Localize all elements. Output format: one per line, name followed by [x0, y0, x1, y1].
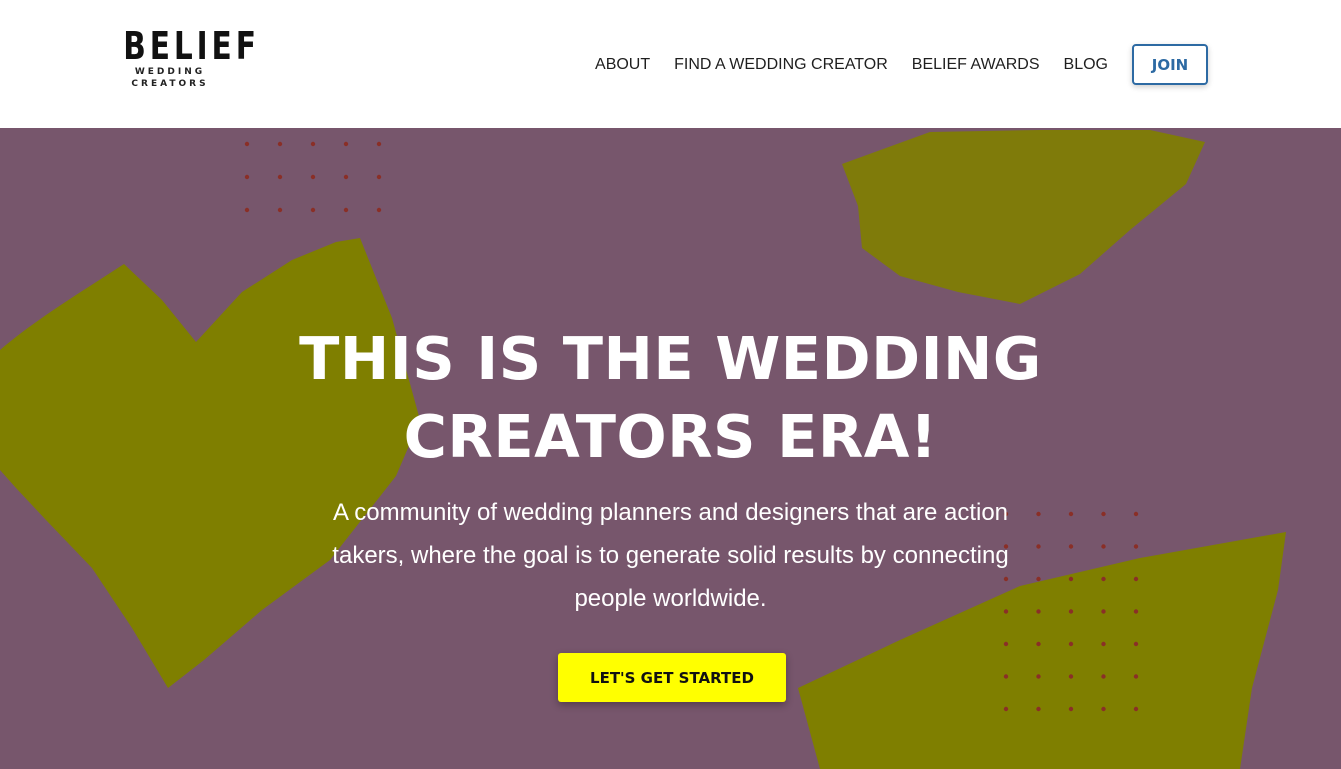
- decorative-dot: [1003, 706, 1009, 712]
- decorative-dot: [244, 141, 250, 147]
- decorative-dot: [1068, 641, 1074, 647]
- belief-logo[interactable]: BELIEF WEDDING CREATORS: [110, 24, 260, 102]
- decorative-dot: [376, 141, 382, 147]
- dot-grid-top-left: [244, 141, 382, 213]
- decorative-dot: [1068, 674, 1074, 679]
- decorative-dot: [1133, 609, 1139, 614]
- logo-tagline-line2: CREATORS: [131, 79, 209, 89]
- decorative-dot: [1036, 674, 1041, 679]
- decorative-dot: [1003, 641, 1009, 647]
- decorative-dot: [1101, 576, 1106, 582]
- hero-title: THIS IS THE WEDDING CREATORS ERA!: [299, 324, 1042, 471]
- get-started-button[interactable]: LET'S GET STARTED: [558, 653, 786, 702]
- decorative-dot: [1133, 641, 1139, 647]
- decorative-dot: [277, 207, 283, 213]
- decorative-dot: [1068, 544, 1074, 549]
- decorative-dot: [343, 207, 349, 213]
- decorative-dot: [343, 174, 349, 180]
- nav-belief-awards[interactable]: BELIEF AWARDS: [912, 56, 1040, 74]
- logo-wordmark: BELIEF: [123, 24, 260, 68]
- decorative-dot: [1101, 674, 1106, 679]
- decorative-dot: [1068, 706, 1074, 712]
- decorative-dot: [1101, 706, 1106, 712]
- brush-stroke-top-right: [842, 130, 1205, 304]
- decorative-dot: [310, 174, 316, 180]
- decorative-dot: [1133, 576, 1139, 582]
- nav-blog[interactable]: BLOG: [1064, 56, 1108, 74]
- decorative-dot: [376, 207, 382, 213]
- decorative-dot: [277, 174, 283, 180]
- decorative-dot: [1068, 511, 1074, 517]
- decorative-dot: [1133, 544, 1139, 549]
- decorative-dot: [1101, 544, 1106, 549]
- decorative-dot: [277, 141, 283, 147]
- decorative-dot: [376, 174, 382, 180]
- site-header: BELIEF WEDDING CREATORS ABOUT FIND A WED…: [0, 0, 1341, 128]
- main-nav: ABOUT FIND A WEDDING CREATOR BELIEF AWAR…: [595, 44, 1208, 85]
- decorative-dot: [244, 174, 250, 180]
- decorative-dot: [1101, 641, 1106, 647]
- decorative-dot: [1101, 511, 1106, 517]
- decorative-dot: [310, 207, 316, 213]
- decorative-dot: [244, 207, 250, 213]
- decorative-dot: [310, 141, 316, 147]
- join-button[interactable]: JOIN: [1132, 44, 1208, 85]
- decorative-dot: [1003, 674, 1009, 679]
- decorative-dot: [1036, 706, 1041, 712]
- decorative-dot: [1068, 609, 1074, 614]
- decorative-dot: [1036, 641, 1041, 647]
- hero-subtitle: A community of wedding planners and desi…: [332, 499, 1009, 612]
- decorative-dot: [1133, 674, 1139, 679]
- decorative-dot: [1133, 511, 1139, 517]
- decorative-dot: [1133, 706, 1139, 712]
- hero-section: THIS IS THE WEDDING CREATORS ERA! A comm…: [0, 128, 1341, 769]
- decorative-dot: [1101, 609, 1106, 614]
- decorative-dot: [1068, 576, 1074, 582]
- nav-about[interactable]: ABOUT: [595, 56, 650, 74]
- nav-find-a-wedding-creator[interactable]: FIND A WEDDING CREATOR: [674, 56, 888, 74]
- decorative-dot: [343, 141, 349, 147]
